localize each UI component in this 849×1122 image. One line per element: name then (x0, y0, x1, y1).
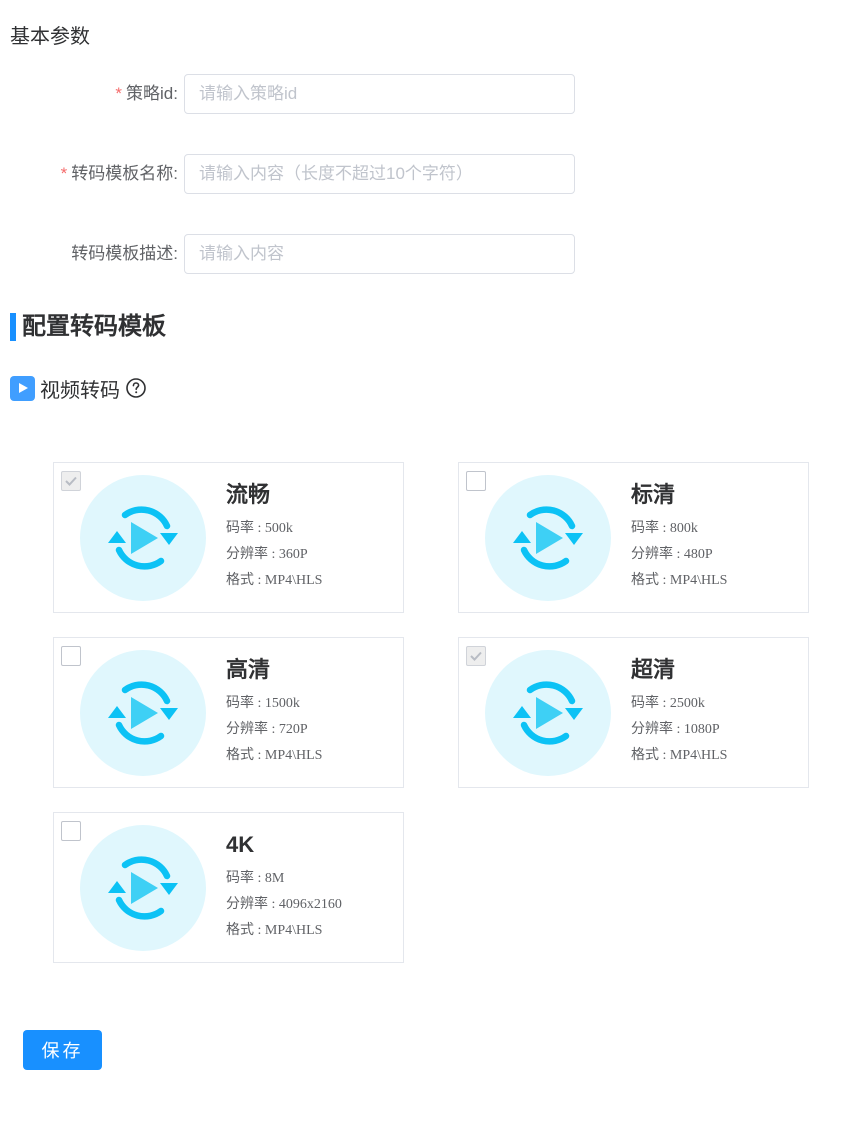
template-name: 标清 (631, 482, 676, 507)
template-format: 格式 : MP4\HLS (631, 573, 728, 588)
template-checkbox[interactable] (61, 646, 81, 666)
template-name: 超清 (631, 657, 676, 682)
save-button[interactable]: 保存 (23, 1030, 102, 1070)
play-square-icon (10, 375, 35, 401)
template-desc-input[interactable] (184, 234, 575, 274)
template-card[interactable]: 流畅 码率 : 500k 分辨率 : 360P 格式 : MP4\HLS (53, 462, 404, 613)
template-card[interactable]: 4K 码率 : 8M 分辨率 : 4096x2160 格式 : MP4\HLS (53, 812, 404, 963)
strategy-id-label: * 策略id: (115, 84, 178, 103)
template-bitrate: 码率 : 2500k (631, 696, 705, 711)
template-desc-row: 转码模板描述: (0, 234, 600, 274)
template-name: 4K (226, 832, 255, 857)
template-resolution: 分辨率 : 1080P (631, 722, 720, 737)
template-format: 格式 : MP4\HLS (631, 748, 728, 763)
strategy-id-input[interactable] (184, 74, 575, 114)
template-format: 格式 : MP4\HLS (226, 748, 323, 763)
video-transcode-header: 视频转码 (10, 375, 146, 402)
template-name-label: * 转码模板名称: (60, 164, 178, 183)
strategy-id-row: * 策略id: (0, 74, 600, 114)
template-name-input[interactable] (184, 154, 575, 194)
transcode-refresh-icon (485, 475, 611, 601)
video-transcode-title: 视频转码 (40, 379, 120, 402)
template-resolution: 分辨率 : 720P (226, 722, 308, 737)
template-format: 格式 : MP4\HLS (226, 923, 323, 938)
template-checkbox[interactable] (61, 821, 81, 841)
template-format: 格式 : MP4\HLS (226, 573, 323, 588)
template-name: 高清 (226, 657, 271, 682)
basic-params-title: 基本参数 (10, 26, 90, 48)
question-circle-icon[interactable] (126, 378, 146, 398)
template-bitrate: 码率 : 500k (226, 521, 293, 536)
template-bitrate: 码率 : 800k (631, 521, 698, 536)
template-name-row: * 转码模板名称: (0, 154, 600, 194)
template-card[interactable]: 高清 码率 : 1500k 分辨率 : 720P 格式 : MP4\HLS (53, 637, 404, 788)
transcode-refresh-icon (80, 825, 206, 951)
template-bitrate: 码率 : 8M (226, 871, 285, 886)
config-accent-bar (10, 313, 16, 341)
template-bitrate: 码率 : 1500k (226, 696, 300, 711)
required-mark: * (115, 84, 123, 103)
config-title: 配置转码模板 (22, 313, 166, 340)
template-resolution: 分辨率 : 360P (226, 547, 308, 562)
template-card[interactable]: 标清 码率 : 800k 分辨率 : 480P 格式 : MP4\HLS (458, 462, 809, 613)
template-card[interactable]: 超清 码率 : 2500k 分辨率 : 1080P 格式 : MP4\HLS (458, 637, 809, 788)
template-checkbox[interactable] (61, 471, 81, 491)
template-checkbox[interactable] (466, 646, 486, 666)
template-checkbox[interactable] (466, 471, 486, 491)
template-resolution: 分辨率 : 4096x2160 (226, 897, 342, 912)
required-mark: * (60, 164, 68, 183)
transcode-refresh-icon (485, 650, 611, 776)
transcode-refresh-icon (80, 650, 206, 776)
template-desc-label: 转码模板描述: (71, 244, 178, 263)
transcode-refresh-icon (80, 475, 206, 601)
template-name: 流畅 (226, 482, 271, 507)
config-header: 配置转码模板 (10, 312, 166, 342)
template-resolution: 分辨率 : 480P (631, 547, 713, 562)
